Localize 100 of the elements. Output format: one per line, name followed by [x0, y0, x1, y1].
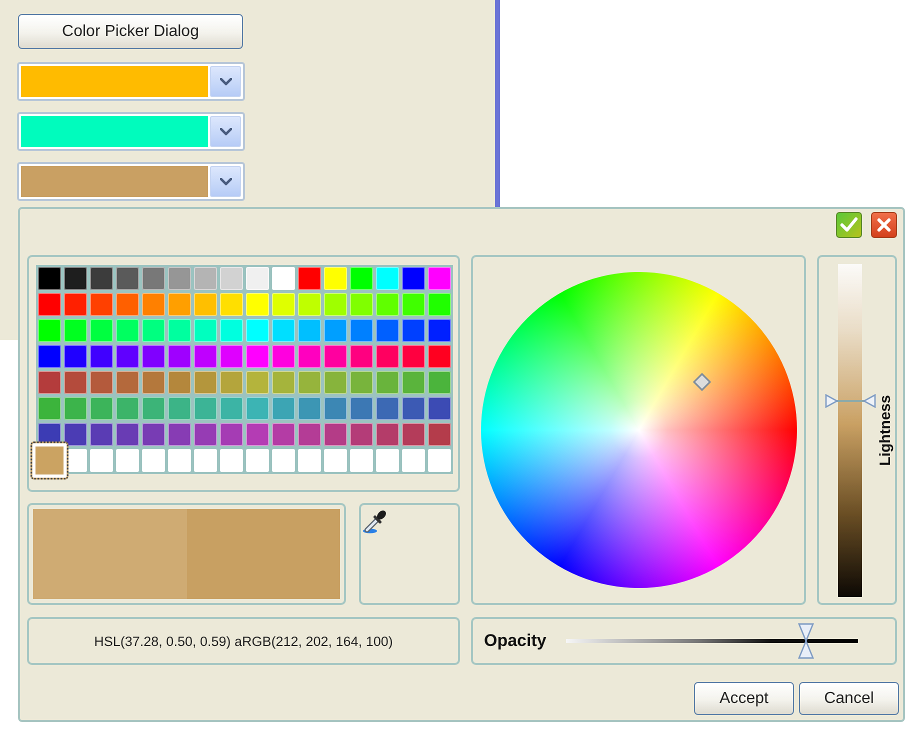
color-swatch[interactable]: [220, 371, 243, 394]
color-swatch[interactable]: [116, 397, 139, 420]
color-swatch[interactable]: [350, 267, 373, 290]
color-swatch[interactable]: [142, 345, 165, 368]
color-swatch[interactable]: [350, 345, 373, 368]
color-swatch[interactable]: [246, 371, 269, 394]
color-swatch[interactable]: [90, 371, 113, 394]
color-swatch[interactable]: [350, 371, 373, 394]
color-swatch[interactable]: [90, 423, 113, 446]
color-swatch[interactable]: [116, 293, 139, 316]
color-swatch[interactable]: [194, 423, 217, 446]
color-swatch[interactable]: [376, 371, 399, 394]
color-swatch[interactable]: [116, 267, 139, 290]
color-swatch[interactable]: [298, 319, 321, 342]
color-swatch[interactable]: [298, 423, 321, 446]
color-swatch[interactable]: [428, 267, 451, 290]
color-swatch[interactable]: [246, 293, 269, 316]
color-swatch[interactable]: [324, 293, 347, 316]
color-swatch[interactable]: [324, 267, 347, 290]
color-swatch[interactable]: [402, 449, 425, 472]
color-swatch[interactable]: [272, 345, 295, 368]
color-swatch[interactable]: [376, 423, 399, 446]
color-swatch[interactable]: [246, 319, 269, 342]
color-swatch[interactable]: [298, 267, 321, 290]
color-swatch[interactable]: [116, 423, 139, 446]
color-swatch[interactable]: [220, 449, 243, 472]
dropdown-button[interactable]: [210, 66, 241, 97]
color-swatch[interactable]: [298, 397, 321, 420]
color-swatch[interactable]: [324, 449, 347, 472]
color-swatch[interactable]: [168, 267, 191, 290]
color-swatch[interactable]: [194, 371, 217, 394]
color-swatch[interactable]: [350, 449, 373, 472]
color-swatch[interactable]: [298, 371, 321, 394]
color-swatch[interactable]: [272, 319, 295, 342]
color-swatch[interactable]: [168, 319, 191, 342]
color-swatch[interactable]: [350, 293, 373, 316]
color-swatch[interactable]: [194, 267, 217, 290]
color-swatch[interactable]: [220, 267, 243, 290]
color-swatch[interactable]: [38, 319, 61, 342]
color-swatch[interactable]: [402, 267, 425, 290]
color-swatch[interactable]: [38, 267, 61, 290]
color-swatch[interactable]: [38, 293, 61, 316]
dropdown-button[interactable]: [210, 166, 241, 197]
color-swatch[interactable]: [64, 345, 87, 368]
color-swatch[interactable]: [272, 293, 295, 316]
color-swatch[interactable]: [402, 397, 425, 420]
color-swatch[interactable]: [402, 423, 425, 446]
color-swatch[interactable]: [220, 423, 243, 446]
color-swatch[interactable]: [246, 449, 269, 472]
color-swatch[interactable]: [298, 293, 321, 316]
color-swatch[interactable]: [194, 293, 217, 316]
color-swatch[interactable]: [428, 397, 451, 420]
color-swatch[interactable]: [402, 293, 425, 316]
color-swatch[interactable]: [220, 319, 243, 342]
color-swatch[interactable]: [272, 267, 295, 290]
color-swatch[interactable]: [168, 293, 191, 316]
color-swatch[interactable]: [90, 293, 113, 316]
color-swatch[interactable]: [194, 397, 217, 420]
color-swatch[interactable]: [90, 449, 113, 472]
slider-thumb[interactable]: [825, 394, 876, 408]
color-swatch[interactable]: [142, 397, 165, 420]
color-swatch[interactable]: [324, 423, 347, 446]
color-swatch[interactable]: [220, 345, 243, 368]
diamond-marker-icon[interactable]: [692, 373, 711, 392]
color-swatch[interactable]: [38, 397, 61, 420]
color-swatch[interactable]: [194, 319, 217, 342]
color-swatch[interactable]: [30, 442, 68, 480]
color-swatch[interactable]: [298, 449, 321, 472]
color-swatch[interactable]: [376, 397, 399, 420]
color-swatch[interactable]: [220, 293, 243, 316]
color-swatch[interactable]: [64, 319, 87, 342]
dropdown-button[interactable]: [210, 116, 241, 147]
color-swatch[interactable]: [246, 397, 269, 420]
color-swatch[interactable]: [168, 423, 191, 446]
color-dropdown[interactable]: [17, 162, 245, 201]
color-swatch[interactable]: [376, 319, 399, 342]
color-swatch[interactable]: [324, 345, 347, 368]
color-swatch[interactable]: [38, 345, 61, 368]
color-swatch[interactable]: [142, 423, 165, 446]
color-swatch[interactable]: [402, 371, 425, 394]
color-swatch[interactable]: [376, 267, 399, 290]
color-swatch[interactable]: [116, 319, 139, 342]
color-swatch[interactable]: [428, 423, 451, 446]
color-swatch[interactable]: [272, 397, 295, 420]
color-swatch[interactable]: [428, 449, 451, 472]
color-swatch[interactable]: [168, 397, 191, 420]
color-swatch[interactable]: [38, 371, 61, 394]
color-swatch[interactable]: [272, 423, 295, 446]
color-swatch[interactable]: [142, 371, 165, 394]
color-swatch[interactable]: [220, 397, 243, 420]
color-swatch[interactable]: [246, 267, 269, 290]
color-swatch[interactable]: [350, 319, 373, 342]
color-swatch[interactable]: [324, 319, 347, 342]
checkmark-icon[interactable]: [836, 212, 862, 238]
color-swatch[interactable]: [142, 267, 165, 290]
slider-thumb[interactable]: [798, 623, 814, 659]
color-swatch[interactable]: [90, 267, 113, 290]
color-swatch[interactable]: [168, 449, 191, 472]
color-swatch[interactable]: [376, 449, 399, 472]
color-swatch[interactable]: [168, 371, 191, 394]
